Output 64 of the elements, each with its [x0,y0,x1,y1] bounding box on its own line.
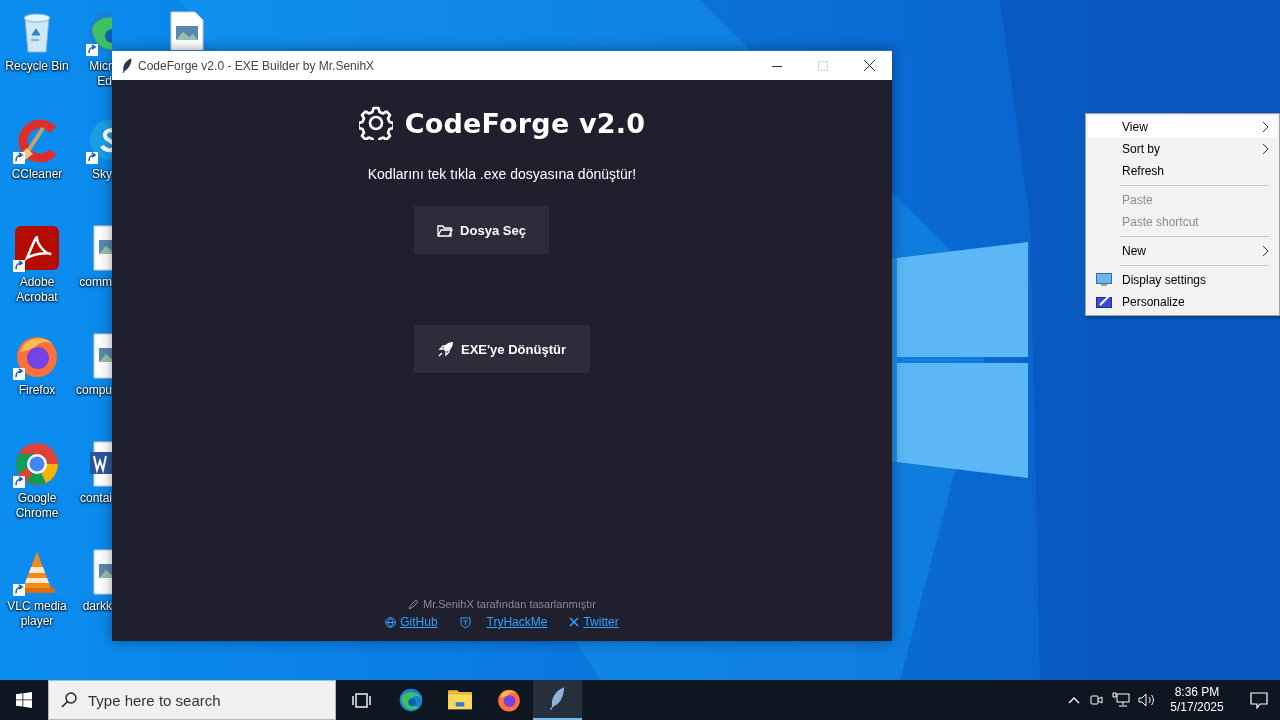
feather-icon [122,57,132,74]
rocket-icon [438,341,454,357]
search-field[interactable]: Type here to search [48,680,336,720]
link[interactable]: TryHackMe [459,615,548,629]
credit-text: Mr.SenihX tarafından tasarlanmıştır [423,598,596,610]
globe-icon [385,616,397,628]
shortcut-arrow-icon [13,152,25,164]
x-logo-icon [569,617,580,627]
icon-label: contai [79,491,112,506]
shortcut-arrow-icon [13,260,25,272]
menu-item[interactable]: New [1088,240,1277,262]
taskbar-app[interactable] [533,680,582,720]
menu-item[interactable]: Refresh [1088,160,1277,182]
menu-item[interactable]: Personalize [1088,291,1277,313]
folder-icon [437,223,454,237]
camera-icon[interactable] [1088,692,1104,708]
notification-icon[interactable] [1250,691,1268,709]
network-icon[interactable] [1112,692,1130,708]
monitor-icon [1096,273,1112,286]
gear-icon [358,106,393,140]
icon-label: Sky [92,167,112,182]
app-subtitle: Kodlarını tek tıkla .exe dosyasına dönüştür! [367,166,637,182]
volume-icon[interactable] [1138,692,1156,708]
icon-label: comm [79,275,112,290]
icon-label: darkk [82,599,112,614]
menu-item[interactable]: Sort by [1088,138,1277,160]
icon-label: compu [75,383,112,398]
icon-label: Micr Ed [89,59,112,89]
clock[interactable]: 8:36 PM 5/17/2025 [1170,685,1224,715]
shortcut-arrow-icon [13,368,25,380]
firefox-icon [495,687,522,713]
icon-label: Recycle Bin [4,59,70,74]
chevron-right-icon [1262,143,1269,155]
chevron-right-icon [1262,245,1269,257]
menu-item[interactable]: View [1088,116,1277,138]
maximize-icon [818,60,828,71]
icon-label: CCleaner [10,167,64,182]
shortcut-arrow-icon [86,44,98,56]
task-view-icon [352,690,371,710]
windows-logo-icon [16,692,32,708]
link[interactable]: Twitter [569,615,619,629]
shield-icon [459,616,471,628]
shortcut-arrow-icon [86,152,98,164]
icon-label: Adobe Acrobat [15,275,59,305]
icon-label: VLC media player [6,599,68,629]
app-heading: CodeForge v2.0 [404,107,646,139]
link[interactable]: GitHub [385,615,438,629]
close-icon [863,60,875,71]
edge-icon [397,687,424,713]
window-title: CodeForge v2.0 - EXE Builder by Mr.SenihX [138,58,376,73]
chevron-right-icon [1262,121,1269,133]
shortcut-arrow-icon [13,584,25,596]
shortcut-arrow-icon [13,476,25,488]
menu-item[interactable]: Display settings [1088,269,1277,291]
search-icon [61,692,77,708]
chrome-icon[interactable] [13,440,61,488]
pen-icon [408,598,419,610]
chevron-up-icon[interactable] [1068,696,1080,704]
choose-file-button[interactable]: Dosya Seç [414,206,549,254]
convert-button[interactable]: EXE'ye Dönüştür [414,325,590,373]
acrobat-icon[interactable] [13,224,61,272]
icon-label: Google Chrome [14,491,60,521]
icon-label: Firefox [17,383,57,398]
personalize-icon [1096,295,1112,308]
